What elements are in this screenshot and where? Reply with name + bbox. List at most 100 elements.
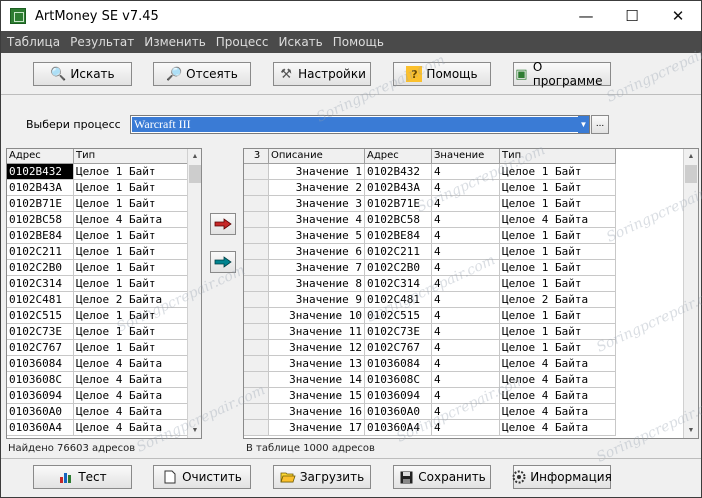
value-cell[interactable]: 4 — [432, 404, 500, 419]
row-indicator-cell[interactable] — [244, 164, 269, 179]
description-cell[interactable]: Значение 2 — [269, 180, 365, 195]
description-cell[interactable]: Значение 6 — [269, 244, 365, 259]
value-cell[interactable]: 4 — [432, 212, 500, 227]
type-cell[interactable]: Целое 1 Байт — [500, 324, 616, 339]
address-cell[interactable]: 0102BE84 — [7, 228, 74, 243]
address-cell[interactable]: 0102C73E — [7, 324, 74, 339]
process-select[interactable]: Warcraft III ▼ — [130, 115, 590, 134]
search-button[interactable]: 🔍 Искать — [33, 62, 132, 86]
address-cell[interactable]: 0102BE84 — [365, 228, 432, 243]
type-cell[interactable]: Целое 1 Байт — [500, 276, 616, 291]
table-row[interactable]: 0102C2B0 Целое 1 Байт — [7, 260, 188, 276]
column-header-type[interactable]: Тип — [500, 149, 616, 164]
address-cell[interactable]: 0102B43A — [7, 180, 74, 195]
description-cell[interactable]: Значение 17 — [269, 420, 365, 435]
menu-help[interactable]: Помощь — [329, 35, 388, 49]
type-cell[interactable]: Целое 2 Байта — [500, 292, 616, 307]
row-indicator-cell[interactable] — [244, 276, 269, 291]
save-button[interactable]: Сохранить — [393, 465, 491, 489]
table-row[interactable]: Значение 8 0102C314 4 Целое 1 Байт — [244, 276, 616, 292]
type-cell[interactable]: Целое 1 Байт — [74, 196, 188, 211]
table-row[interactable]: 010360A4 Целое 4 Байта — [7, 420, 188, 436]
value-cell[interactable]: 4 — [432, 228, 500, 243]
row-indicator-cell[interactable] — [244, 324, 269, 339]
description-cell[interactable]: Значение 10 — [269, 308, 365, 323]
column-header-description[interactable]: Описание — [269, 149, 365, 164]
value-cell[interactable]: 4 — [432, 356, 500, 371]
row-indicator-cell[interactable] — [244, 228, 269, 243]
scroll-up-icon[interactable]: ▲ — [684, 149, 698, 164]
table-row[interactable]: Значение 13 01036084 4 Целое 4 Байта — [244, 356, 616, 372]
scroll-down-icon[interactable]: ▼ — [188, 423, 201, 438]
address-cell[interactable]: 0102C2B0 — [365, 260, 432, 275]
settings-button[interactable]: ⚒ Настройки — [273, 62, 371, 86]
address-cell[interactable]: 0102C211 — [7, 244, 74, 259]
type-cell[interactable]: Целое 1 Байт — [74, 244, 188, 259]
test-button[interactable]: Тест — [33, 465, 132, 489]
value-cell[interactable]: 4 — [432, 244, 500, 259]
address-cell[interactable]: 0102C515 — [7, 308, 74, 323]
table-row[interactable]: Значение 15 01036094 4 Целое 4 Байта — [244, 388, 616, 404]
description-cell[interactable]: Значение 13 — [269, 356, 365, 371]
table-row[interactable]: Значение 1 0102B432 4 Целое 1 Байт — [244, 164, 616, 180]
process-browse-button[interactable]: ... — [591, 115, 609, 134]
table-row[interactable]: Значение 2 0102B43A 4 Целое 1 Байт — [244, 180, 616, 196]
type-cell[interactable]: Целое 1 Байт — [74, 260, 188, 275]
table-row[interactable]: Значение 4 0102BC58 4 Целое 4 Байта — [244, 212, 616, 228]
table-row[interactable]: Значение 14 0103608C 4 Целое 4 Байта — [244, 372, 616, 388]
type-cell[interactable]: Целое 4 Байта — [74, 404, 188, 419]
type-cell[interactable]: Целое 4 Байта — [500, 372, 616, 387]
type-cell[interactable]: Целое 1 Байт — [74, 180, 188, 195]
row-indicator-cell[interactable] — [244, 180, 269, 195]
row-indicator-cell[interactable] — [244, 292, 269, 307]
row-indicator-cell[interactable] — [244, 308, 269, 323]
row-indicator-cell[interactable] — [244, 212, 269, 227]
column-header-address[interactable]: Адрес — [365, 149, 432, 164]
menu-result[interactable]: Результат — [66, 35, 138, 49]
address-cell[interactable]: 01036094 — [7, 388, 74, 403]
type-cell[interactable]: Целое 1 Байт — [74, 164, 188, 179]
description-cell[interactable]: Значение 14 — [269, 372, 365, 387]
search-results-table[interactable]: Адрес Тип 0102B432 Целое 1 Байт 0102B43A Це… — [6, 148, 202, 439]
type-cell[interactable]: Целое 4 Байта — [74, 356, 188, 371]
address-table-scrollbar[interactable]: ▲ ▼ — [683, 149, 698, 438]
table-row[interactable]: Значение 7 0102C2B0 4 Целое 1 Байт — [244, 260, 616, 276]
table-row[interactable]: Значение 10 0102C515 4 Целое 1 Байт — [244, 308, 616, 324]
description-cell[interactable]: Значение 8 — [269, 276, 365, 291]
type-cell[interactable]: Целое 1 Байт — [500, 228, 616, 243]
address-cell[interactable]: 010360A0 — [7, 404, 74, 419]
value-cell[interactable]: 4 — [432, 388, 500, 403]
address-cell[interactable]: 0102C73E — [365, 324, 432, 339]
type-cell[interactable]: Целое 4 Байта — [74, 388, 188, 403]
value-cell[interactable]: 4 — [432, 180, 500, 195]
address-cell[interactable]: 0102BC58 — [7, 212, 74, 227]
type-cell[interactable]: Целое 1 Байт — [500, 260, 616, 275]
row-indicator-cell[interactable] — [244, 244, 269, 259]
type-cell[interactable]: Целое 4 Байта — [74, 212, 188, 227]
description-cell[interactable]: Значение 4 — [269, 212, 365, 227]
type-cell[interactable]: Целое 1 Байт — [500, 340, 616, 355]
address-cell[interactable]: 01036084 — [365, 356, 432, 371]
type-cell[interactable]: Целое 1 Байт — [500, 164, 616, 179]
table-row[interactable]: Значение 5 0102BE84 4 Целое 1 Байт — [244, 228, 616, 244]
table-row[interactable]: 0102C515 Целое 1 Байт — [7, 308, 188, 324]
address-cell[interactable]: 0102C314 — [7, 276, 74, 291]
value-cell[interactable]: 4 — [432, 372, 500, 387]
address-cell[interactable]: 0102B432 — [7, 164, 74, 179]
dropdown-arrow-icon[interactable]: ▼ — [578, 116, 589, 133]
table-row[interactable]: 0103608C Целое 4 Байта — [7, 372, 188, 388]
clear-button[interactable]: Очистить — [153, 465, 251, 489]
type-cell[interactable]: Целое 4 Байта — [500, 388, 616, 403]
description-cell[interactable]: Значение 3 — [269, 196, 365, 211]
about-button[interactable]: ▣ О программе — [513, 60, 611, 88]
row-indicator-cell[interactable] — [244, 356, 269, 371]
address-cell[interactable]: 0102B71E — [7, 196, 74, 211]
description-cell[interactable]: Значение 1 — [269, 164, 365, 179]
table-row[interactable]: 0102B43A Целое 1 Байт — [7, 180, 188, 196]
type-cell[interactable]: Целое 1 Байт — [500, 244, 616, 259]
filter-button[interactable]: 🔎 Отсеять — [153, 62, 251, 86]
value-cell[interactable]: 4 — [432, 292, 500, 307]
address-cell[interactable]: 01036094 — [365, 388, 432, 403]
row-indicator-cell[interactable] — [244, 420, 269, 435]
search-results-scrollbar[interactable]: ▲ ▼ — [187, 149, 201, 438]
